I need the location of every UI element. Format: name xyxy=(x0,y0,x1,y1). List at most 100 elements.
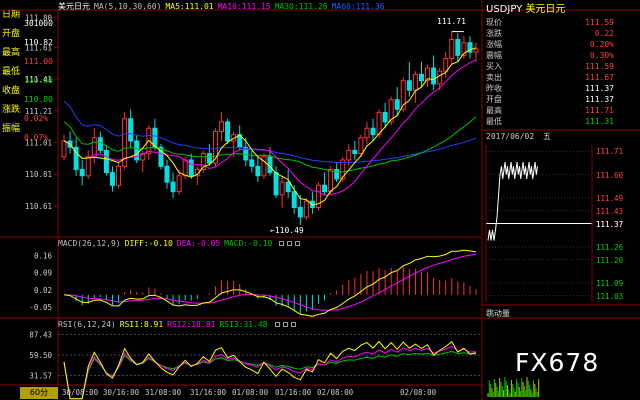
candle-body xyxy=(255,165,261,177)
price-axis-label: 111.80 xyxy=(25,13,53,22)
quote-label: 最高 xyxy=(486,106,502,115)
time-label: 30/08:00 xyxy=(62,388,99,397)
quote-label: 开盘 xyxy=(486,95,502,104)
time-label: 01/16:00 xyxy=(275,388,312,397)
quote-label: 涨幅 xyxy=(486,40,502,49)
rsi-axis-label: 31.57 xyxy=(29,372,52,381)
candle-body xyxy=(412,73,418,91)
price-axis-label: 110.81 xyxy=(25,170,52,179)
time-label: 02/08:00 xyxy=(400,388,437,397)
low-annotation: ←110.49 xyxy=(270,226,304,235)
quote-value: 111.37 xyxy=(585,95,614,104)
candle-body xyxy=(322,184,328,193)
price-axis-label: 111.21 xyxy=(25,107,52,116)
time-label: 31/08:00 xyxy=(145,388,182,397)
mini-axis-label: 111.03 xyxy=(596,291,624,301)
candle-body xyxy=(182,159,188,177)
period-button[interactable]: 60分 xyxy=(20,387,58,399)
dea-line xyxy=(63,254,477,312)
candle-body xyxy=(116,165,122,186)
candle-body xyxy=(109,172,115,186)
prev-close-label: 111.37 xyxy=(596,219,624,229)
candle-body xyxy=(370,127,376,136)
candle-body xyxy=(418,73,424,82)
mini-axis-label: 111.43 xyxy=(596,206,624,216)
price-axis-label: 111.01 xyxy=(25,139,52,148)
mini-weekday: 五 xyxy=(543,132,551,141)
mini-date-value: 2017/06/02 xyxy=(486,132,535,141)
candle-body xyxy=(443,58,449,72)
macd-axis-label: -0.05 xyxy=(29,303,52,312)
time-label: 31/16:00 xyxy=(190,388,227,397)
quote-table: 现价 111.59 涨跌 0.22 涨幅 0.20% 震幅 0.30% 买入 111.59 卖出 11… xyxy=(486,18,614,130)
quote-name: 美元日元 xyxy=(525,4,566,15)
quote-label: 昨收 xyxy=(486,84,502,93)
candle-body xyxy=(291,191,297,208)
mini-axis-label: 111.09 xyxy=(596,278,624,288)
quote-title: USDJPY 美元日元 xyxy=(486,4,565,16)
volume-label: 跳动量 xyxy=(486,309,510,318)
candle-body xyxy=(91,137,97,158)
high-annotation: 111.71 xyxy=(437,17,466,26)
macd-axis-label: 0.16 xyxy=(34,251,53,260)
candle-body xyxy=(473,48,479,53)
candle-body xyxy=(249,159,255,167)
quote-value: 111.59 xyxy=(585,18,614,27)
mini-axis-label: 111.71 xyxy=(596,147,624,157)
low-annotation-value: 110.49 xyxy=(274,226,304,235)
time-label: 02/08:00 xyxy=(317,388,354,397)
candle-body xyxy=(431,67,437,85)
candle-body xyxy=(303,200,309,218)
mini-date: 2017/06/02 五 xyxy=(486,132,551,141)
candle-body xyxy=(128,118,134,142)
quote-label: 卖出 xyxy=(486,73,502,82)
quote-value: 111.71 xyxy=(585,106,614,115)
mini-axis-label: 111.60 xyxy=(596,170,624,180)
candle-body xyxy=(206,153,212,164)
time-label: 30/16:00 xyxy=(103,388,140,397)
rsi-axis-label: 87.43 xyxy=(29,331,52,340)
candle-body xyxy=(97,137,103,151)
candle-body xyxy=(346,149,352,161)
candle-body xyxy=(170,181,176,193)
price-axis-label: 111.61 xyxy=(25,43,52,52)
candle-body xyxy=(61,140,67,158)
candle-body xyxy=(358,137,364,155)
price-axis-label: 111.41 xyxy=(25,75,52,84)
macd-axis-label: 0.09 xyxy=(34,269,52,278)
watermark-logo: FX678 xyxy=(515,348,600,377)
macd-axis-label: 0.02 xyxy=(34,286,52,295)
quote-value: 0.30% xyxy=(589,51,614,60)
candle-body xyxy=(352,149,358,155)
chart-window: 美元日元 MA(5,10,30,60) MA5:111.01 MA10:111.15 M… xyxy=(0,0,640,400)
diff-line xyxy=(63,249,477,317)
rsi-axis-label: 59.50 xyxy=(29,351,52,360)
time-label: 01/08:00 xyxy=(232,388,269,397)
quote-value: 111.37 xyxy=(585,84,614,93)
candle-body xyxy=(273,172,279,196)
quote-value: 0.20% xyxy=(589,40,614,49)
price-axis-label: 110.61 xyxy=(25,202,52,211)
quote-value: 111.31 xyxy=(585,117,614,126)
candle-body xyxy=(103,149,109,174)
candle-body xyxy=(279,181,285,196)
quote-label: 买入 xyxy=(486,62,502,71)
quote-label: 现价 xyxy=(486,18,502,27)
candle-body xyxy=(394,99,400,110)
quote-label: 涨跌 xyxy=(486,29,502,38)
quote-label: 震幅 xyxy=(486,51,502,60)
candle-body xyxy=(455,39,461,56)
quote-label: 最低 xyxy=(486,117,502,126)
candle-body xyxy=(328,168,334,193)
candle-body xyxy=(382,111,388,123)
candle-body xyxy=(406,80,412,91)
quote-value: 111.59 xyxy=(585,62,614,71)
candle-body xyxy=(225,121,231,142)
candle-body xyxy=(297,206,303,218)
quote-value: 0.22 xyxy=(594,29,614,38)
quote-symbol: USDJPY xyxy=(486,4,523,15)
mini-axis-label: 111.26 xyxy=(596,242,624,252)
candle-body xyxy=(285,181,291,193)
candle-body xyxy=(364,127,370,139)
candle-body xyxy=(164,165,170,183)
